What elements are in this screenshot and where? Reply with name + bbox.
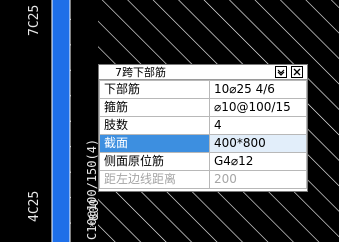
property-key: 肢数 xyxy=(99,116,210,135)
property-key: 距左边线距离 xyxy=(99,170,210,189)
property-row-section[interactable]: 截面 400*800 xyxy=(99,134,307,153)
label-top: 7C25 xyxy=(27,5,42,36)
panel-title: 7跨下部筋 xyxy=(115,66,166,79)
property-value[interactable]: 4 xyxy=(209,116,307,135)
close-icon[interactable] xyxy=(291,66,303,78)
property-panel: 7跨下部筋 下部筋 10⌀25 4/6 箍筋 ⌀10@100/15 肢数 4 截… xyxy=(98,64,308,192)
left-band xyxy=(0,0,52,242)
property-key: 箍筋 xyxy=(99,98,210,117)
property-key: 下部筋 xyxy=(99,80,210,99)
property-key: 侧面原位筋 xyxy=(99,152,210,171)
property-value[interactable]: 10⌀25 4/6 xyxy=(209,80,307,99)
property-key: 截面 xyxy=(99,134,210,153)
property-value: 200 xyxy=(209,170,307,189)
property-row-side-bar[interactable]: 侧面原位筋 G4⌀12 xyxy=(99,152,307,171)
property-row-bottom-bar[interactable]: 下部筋 10⌀25 4/6 xyxy=(99,80,307,99)
property-grid: 下部筋 10⌀25 4/6 箍筋 ⌀10@100/15 肢数 4 截面 400*… xyxy=(99,80,307,189)
property-value[interactable]: 400*800 xyxy=(209,134,307,153)
property-value[interactable]: G4⌀12 xyxy=(209,152,307,171)
label-size: *800 xyxy=(87,199,101,228)
column-fill xyxy=(52,0,70,242)
property-row-legs[interactable]: 肢数 4 xyxy=(99,116,307,135)
label-bottom: 4C25 xyxy=(27,191,42,222)
chevron-down-icon[interactable] xyxy=(275,66,287,78)
property-row-stirrup[interactable]: 箍筋 ⌀10@100/15 xyxy=(99,98,307,117)
property-value[interactable]: ⌀10@100/15 xyxy=(209,98,307,117)
panel-title-bar[interactable]: 7跨下部筋 xyxy=(99,65,307,80)
property-row-offset: 距左边线距离 200 xyxy=(99,170,307,189)
